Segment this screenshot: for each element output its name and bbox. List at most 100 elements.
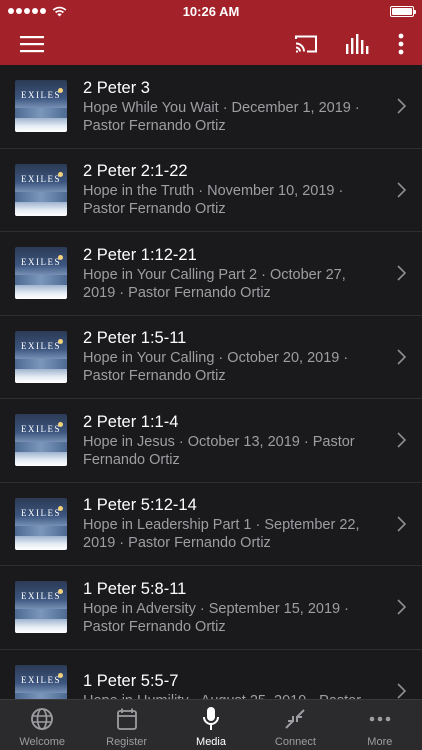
sermon-text: 2 Peter 2:1-22 Hope in the Truth · Novemb… — [83, 161, 422, 218]
chevron-right-icon — [397, 98, 406, 114]
thumbnail-water — [15, 358, 67, 369]
thumbnail-shore — [15, 535, 67, 550]
sermon-subtitle: Hope in Your Calling Part 2 · October 27… — [83, 266, 346, 301]
sermon-title: 2 Peter 1:12-21 — [83, 245, 197, 264]
tab-label: Connect — [274, 736, 316, 748]
thumbnail-title: EXILES — [21, 173, 61, 184]
sermon-thumbnail: EXILES — [15, 80, 67, 133]
more-vertical-icon — [398, 33, 404, 54]
sermon-thumbnail: EXILES — [15, 497, 67, 550]
tab-label: Media — [196, 736, 226, 748]
sermon-text: 2 Peter 1:12-21 Hope in Your Calling Part… — [83, 245, 422, 302]
sermon-text: 2 Peter 1:1-4 Hope in Jesus · October 13,… — [83, 412, 422, 469]
sermon-row[interactable]: EXILES 2 Peter 1:12-21 Hope in Your Callin… — [0, 232, 422, 316]
connect-arrows-icon — [285, 709, 306, 729]
thumbnail-title: EXILES — [21, 507, 61, 518]
sermon-row[interactable]: EXILES 2 Peter 3 Hope While You Wait · Dec… — [0, 65, 422, 149]
thumbnail-water — [15, 442, 67, 453]
sermon-row[interactable]: EXILES 1 Peter 5:8-11 Hope in Adversity · … — [0, 566, 422, 650]
signal-strength-icon — [8, 8, 46, 14]
tab-connect[interactable]: Connect — [253, 700, 337, 750]
status-bar: 10:26 AM — [0, 0, 422, 22]
thumbnail-water — [15, 609, 67, 620]
cast-icon — [295, 35, 317, 52]
sermon-thumbnail: EXILES — [15, 163, 67, 216]
thumbnail-shore — [15, 201, 67, 216]
sermon-subtitle: Hope in the Truth · November 10, 2019 · … — [83, 183, 344, 218]
chevron-right-icon — [397, 516, 406, 532]
sermon-text: 1 Peter 5:5-7Hope in Humility · August 2… — [83, 671, 422, 699]
thumbnail-title: EXILES — [21, 424, 61, 435]
thumbnail-water — [15, 108, 67, 119]
tab-label: More — [367, 736, 393, 748]
thumbnail-title: EXILES — [21, 674, 61, 685]
sermon-subtitle: Hope in Adversity · September 15, 2019 ·… — [83, 600, 349, 635]
microphone-icon — [203, 707, 220, 730]
thumbnail-water — [15, 525, 67, 536]
thumbnail-shore — [15, 285, 67, 300]
sermon-thumbnail: EXILES — [15, 330, 67, 383]
thumbnail-shore — [15, 452, 67, 467]
sermon-text: 1 Peter 5:8-11 Hope in Adversity · Septem… — [83, 579, 422, 636]
chevron-right-icon — [397, 683, 406, 699]
sermon-row[interactable]: EXILES 2 Peter 2:1-22 Hope in the Truth · … — [0, 149, 422, 232]
tab-media[interactable]: Media — [169, 700, 253, 750]
sermon-row[interactable]: EXILES 1 Peter 5:12-14 Hope in Leadership … — [0, 483, 422, 566]
hamburger-icon — [20, 35, 44, 52]
tab-more[interactable]: More — [338, 700, 422, 750]
sermon-title: 1 Peter 5:8-11 — [83, 579, 187, 598]
more-horizontal-icon — [369, 716, 391, 722]
sermon-title: 1 Peter 5:5-7 — [83, 672, 179, 691]
chevron-right-icon — [397, 599, 406, 615]
top-toolbar — [0, 22, 422, 65]
cast-button[interactable] — [294, 34, 318, 54]
sermon-row[interactable]: EXILES 1 Peter 5:5-7Hope in Humility · Au… — [0, 650, 422, 699]
thumbnail-shore — [15, 368, 67, 383]
sermon-title: 2 Peter 1:1-4 — [83, 412, 179, 431]
thumbnail-shore — [15, 619, 67, 634]
status-left — [8, 6, 67, 17]
calendar-icon — [116, 708, 137, 730]
sermon-thumbnail: EXILES — [15, 581, 67, 634]
chevron-right-icon — [397, 265, 406, 281]
sermon-thumbnail: EXILES — [15, 247, 67, 300]
sermon-text: 2 Peter 3 Hope While You Wait · December … — [83, 78, 422, 135]
sermon-subtitle: Hope in Your Calling · October 20, 2019 … — [83, 350, 349, 385]
tab-bar: Welcome Register Media Connect More — [0, 699, 422, 750]
thumbnail-title: EXILES — [21, 340, 61, 351]
sermon-row[interactable]: EXILES 2 Peter 1:1-4 Hope in Jesus · Octob… — [0, 399, 422, 483]
sermon-subtitle: Hope in Leadership Part 1 · September 22… — [83, 517, 360, 552]
sermon-text: 1 Peter 5:12-14 Hope in Leadership Part 1… — [83, 495, 422, 552]
sermon-text: 2 Peter 1:5-11 Hope in Your Calling · Oct… — [83, 328, 422, 385]
tab-welcome[interactable]: Welcome — [0, 700, 84, 750]
audio-levels-button[interactable] — [346, 33, 370, 54]
tab-register[interactable]: Register — [84, 700, 168, 750]
sermon-title: 2 Peter 2:1-22 — [83, 162, 188, 181]
thumbnail-title: EXILES — [21, 257, 61, 268]
sermon-row[interactable]: EXILES 2 Peter 1:5-11 Hope in Your Calling… — [0, 316, 422, 399]
hamburger-menu-button[interactable] — [20, 35, 44, 53]
battery-icon — [390, 5, 416, 17]
sermon-thumbnail: EXILES — [15, 414, 67, 467]
toolbar-actions — [294, 33, 404, 55]
sermon-title: 2 Peter 3 — [83, 78, 150, 97]
sermon-subtitle: Hope While You Wait · December 1, 2019 ·… — [83, 99, 360, 134]
globe-icon — [31, 708, 54, 730]
overflow-menu-button[interactable] — [398, 33, 404, 55]
chevron-right-icon — [397, 182, 406, 198]
chevron-right-icon — [397, 432, 406, 448]
wifi-icon — [52, 6, 67, 16]
sermon-subtitle: Hope in Humility · August 25, 2019 · Pas… — [83, 692, 378, 699]
sermon-title: 2 Peter 1:5-11 — [83, 329, 187, 348]
equalizer-icon — [346, 33, 369, 54]
tab-label: Register — [106, 736, 148, 748]
sermon-thumbnail: EXILES — [15, 664, 67, 699]
sermon-list: EXILES 2 Peter 3 Hope While You Wait · Dec… — [0, 65, 422, 699]
thumbnail-title: EXILES — [21, 591, 61, 602]
thumbnail-water — [15, 191, 67, 202]
tab-label: Welcome — [19, 736, 66, 748]
chevron-right-icon — [397, 349, 406, 365]
thumbnail-shore — [15, 118, 67, 133]
sermon-title: 1 Peter 5:12-14 — [83, 496, 197, 515]
thumbnail-title: EXILES — [21, 90, 61, 101]
